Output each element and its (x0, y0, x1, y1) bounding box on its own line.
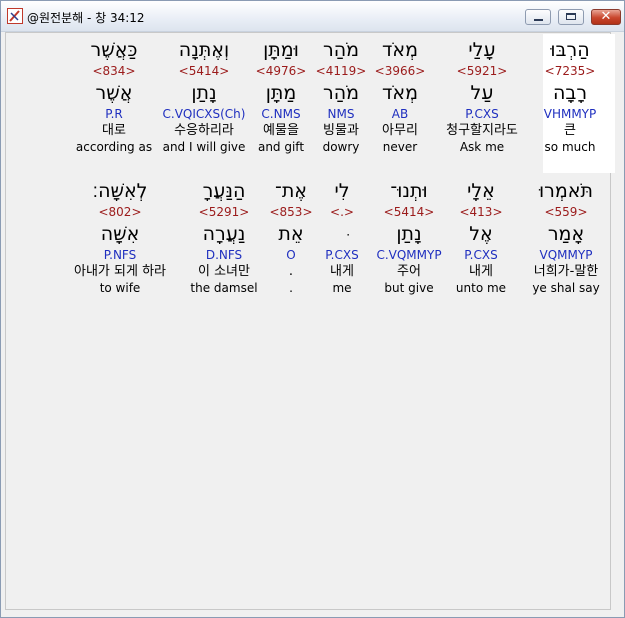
word-column[interactable]: כַּאֲשֶׁר <834> אֲשֶׁר P.R 대로 according as (44, 37, 184, 155)
title-bar[interactable]: @원전분해 - 창 34:12 ✕ (1, 1, 624, 32)
window-bottom-edge (1, 610, 624, 617)
hebrew-word: כַּאֲשֶׁר (90, 39, 138, 61)
parsing-code: P.NFS (103, 248, 137, 262)
lexical-form: אֲשֶׁר (95, 82, 133, 104)
strongs-number: <834> (92, 64, 136, 78)
korean-gloss: 아내가 되게 하라 (74, 264, 166, 279)
close-icon: ✕ (600, 9, 612, 24)
app-window: @원전분해 - 창 34:12 ✕ הַרְבּוּ <7235> רָבָה VHM… (0, 0, 625, 618)
window-title: @원전분해 - 창 34:12 (27, 11, 145, 25)
word-column[interactable]: לְאִשָּׁה׃ <802> אִשָּׁה P.NFS 아내가 되게 하라 to w… (50, 178, 190, 296)
hebrew-word: לְאִשָּׁה׃ (92, 180, 148, 202)
maximize-icon (566, 13, 576, 20)
english-gloss: according as (75, 140, 153, 154)
interlinear-panel: הַרְבּוּ <7235> רָבָה VHMMYP 큰 so much עָלַי <5… (5, 32, 615, 610)
minimize-button[interactable] (525, 9, 551, 25)
app-icon (7, 8, 23, 24)
minimize-icon (534, 19, 543, 21)
maximize-button[interactable] (558, 9, 584, 25)
lexical-form: אִשָּׁה (100, 223, 140, 245)
korean-gloss: 대로 (102, 123, 126, 138)
strongs-number: <802> (98, 205, 142, 219)
english-gloss: to wife (99, 281, 141, 295)
close-button[interactable]: ✕ (591, 9, 621, 25)
parsing-code: P.R (105, 107, 123, 121)
